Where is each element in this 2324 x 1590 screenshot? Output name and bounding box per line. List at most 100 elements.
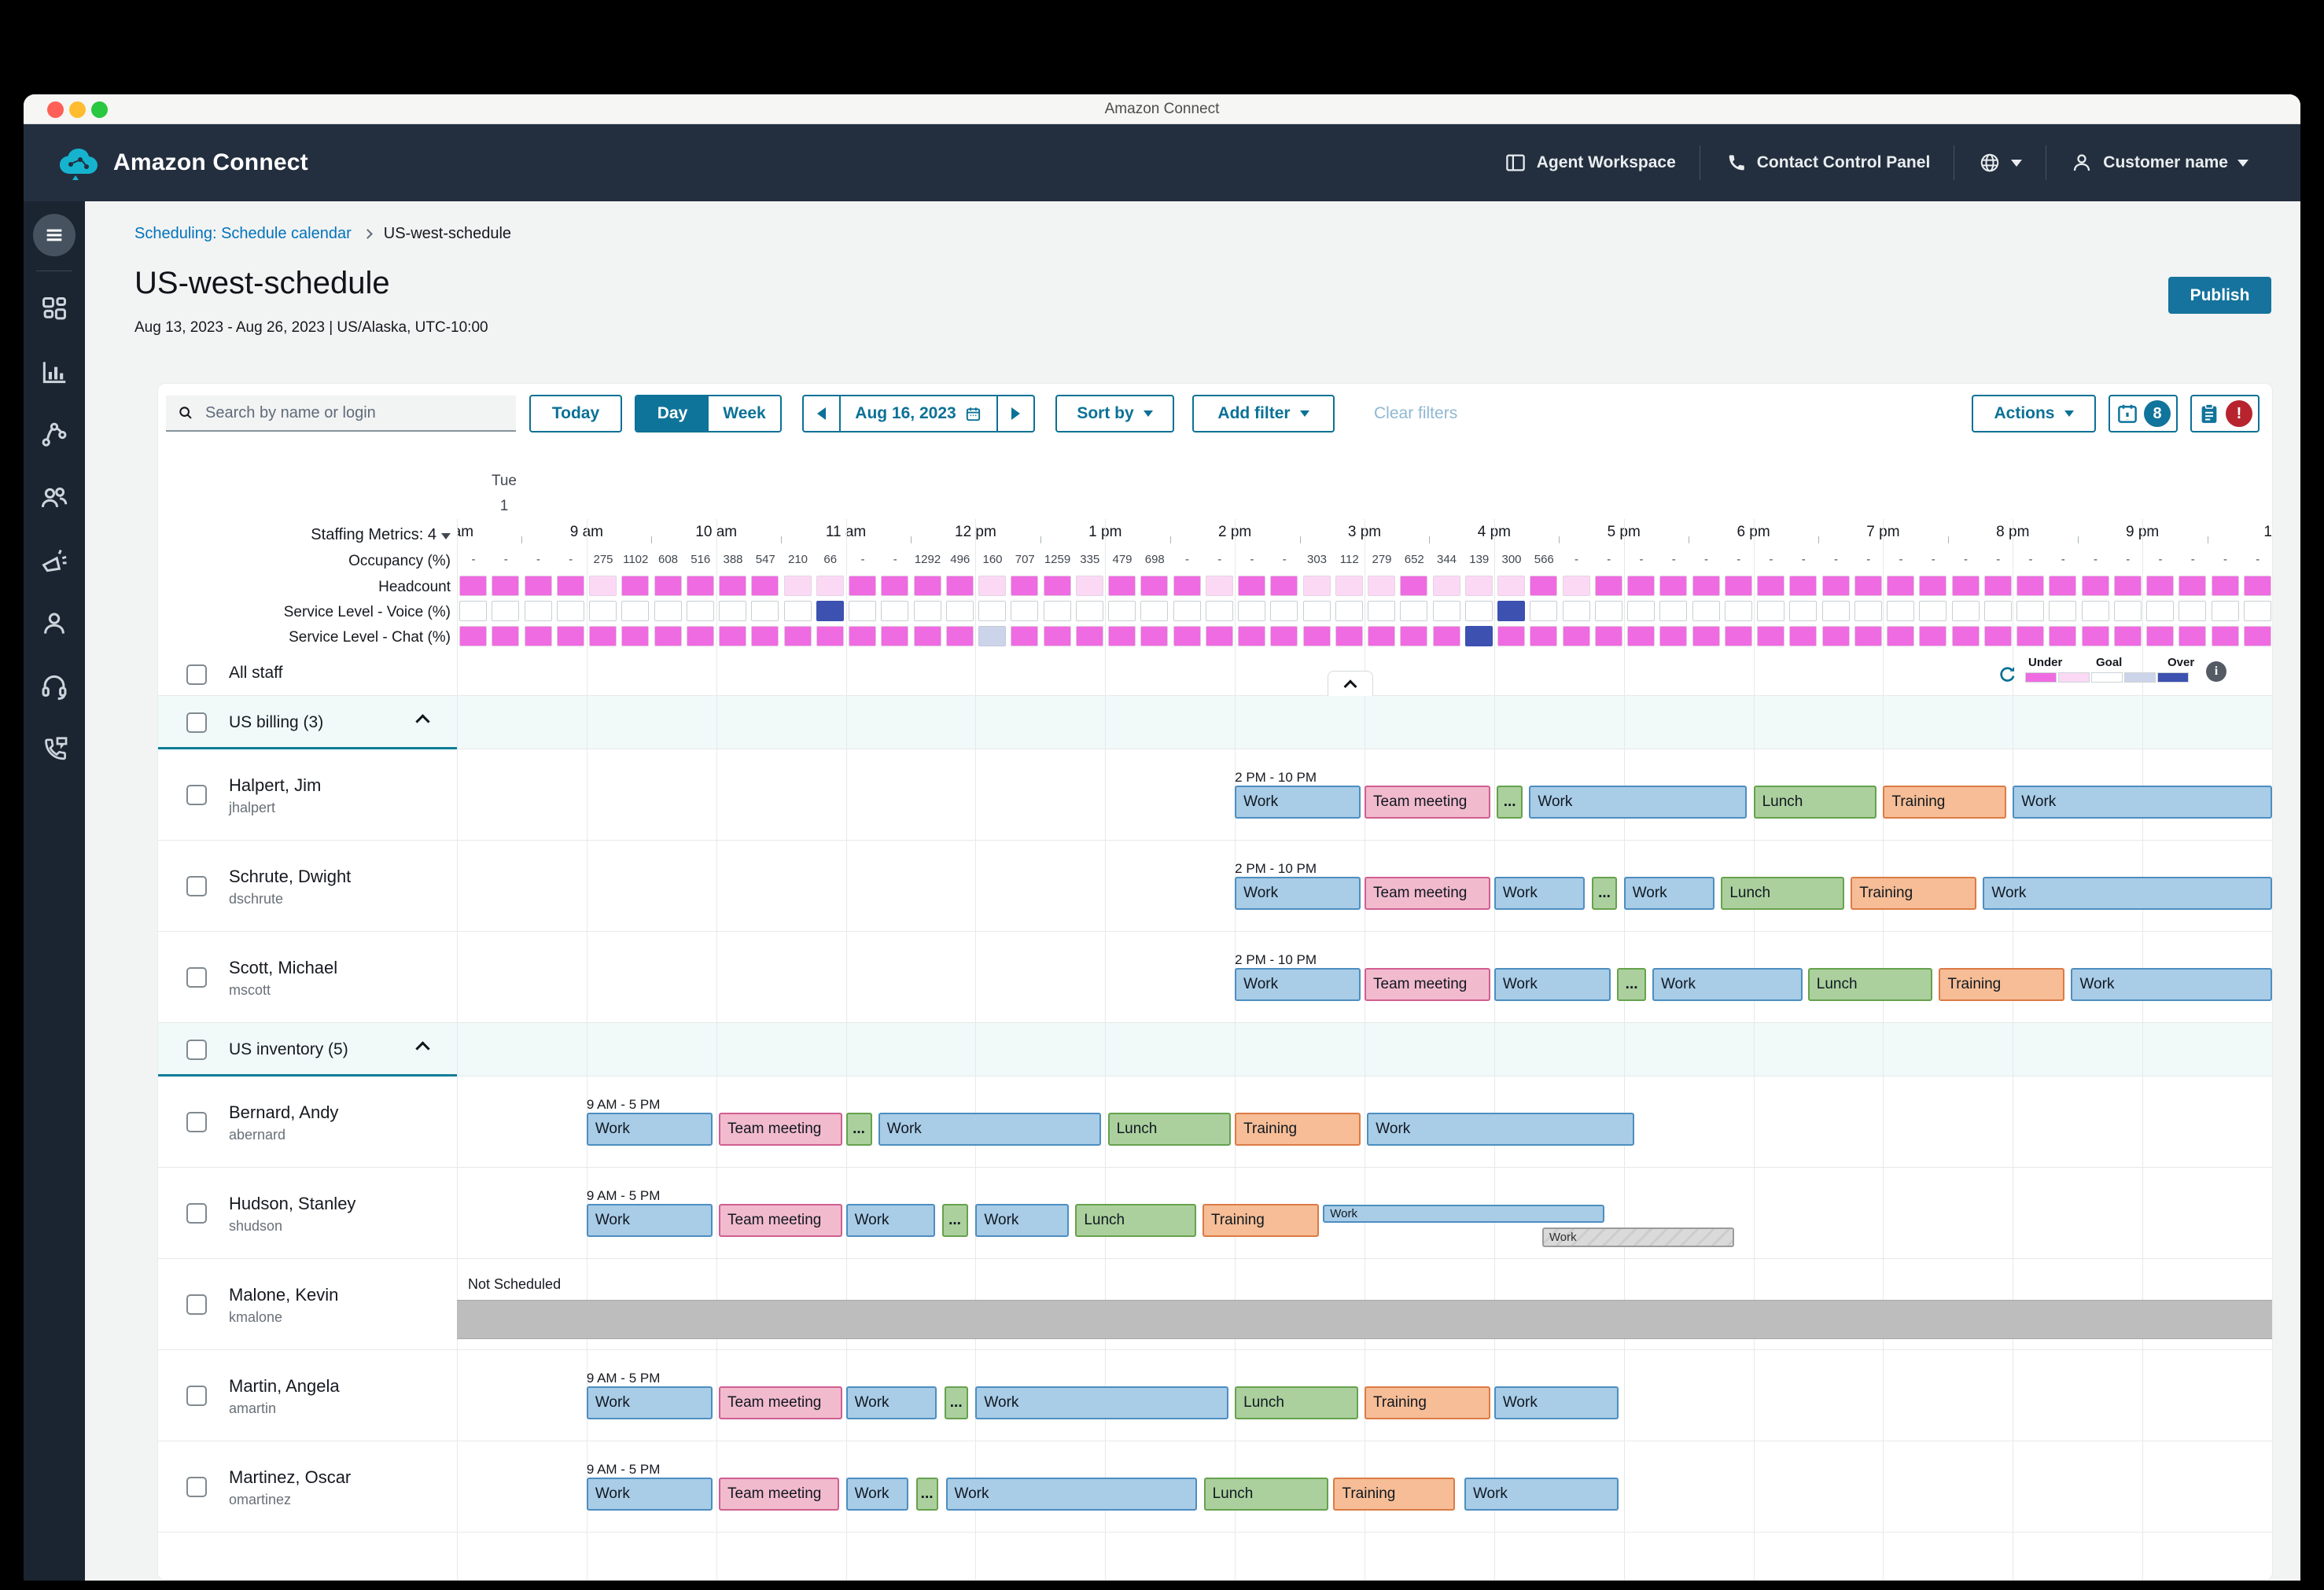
staff-checkbox[interactable] (186, 1294, 207, 1315)
shift-block-work[interactable]: Work (587, 1478, 713, 1511)
shift-block-break[interactable]: ... (1592, 877, 1618, 910)
previous-day-button[interactable] (804, 396, 839, 431)
shift-block-break[interactable]: ... (1617, 968, 1645, 1001)
headset-icon[interactable] (39, 672, 69, 701)
staff-checkbox[interactable] (186, 967, 207, 988)
shift-block-work[interactable]: Work (1529, 786, 1747, 819)
sort-by-button[interactable]: Sort by (1055, 395, 1174, 432)
staff-checkbox[interactable] (186, 1203, 207, 1224)
dashboard-icon[interactable] (39, 294, 69, 324)
shift-block-work[interactable]: Work (846, 1204, 936, 1237)
language-menu[interactable] (1954, 151, 2046, 175)
shift-block-team-meeting[interactable]: Team meeting (1365, 877, 1490, 910)
phone-message-icon[interactable] (39, 734, 69, 764)
account-menu[interactable]: Customer name (2046, 151, 2272, 175)
shift-block-work[interactable]: Work (1494, 1386, 1619, 1419)
shift-block-lunch[interactable]: Lunch (1075, 1204, 1195, 1237)
all-staff-checkbox[interactable] (186, 664, 207, 685)
staff-checkbox[interactable] (186, 1112, 207, 1132)
shift-block-training[interactable]: Training (1235, 1113, 1361, 1146)
shift-block-team-meeting[interactable]: Team meeting (719, 1113, 842, 1146)
collapse-metrics-button[interactable] (1328, 671, 1373, 696)
staff-checkbox[interactable] (186, 876, 207, 896)
shift-block-work[interactable]: Work (2013, 786, 2272, 819)
shift-block-work[interactable]: Work (587, 1204, 713, 1237)
shift-block-training[interactable]: Training (1851, 877, 1976, 910)
shift-block-work[interactable]: Work (1323, 1205, 1604, 1223)
profile-icon[interactable] (39, 609, 69, 639)
add-filter-button[interactable]: Add filter (1192, 395, 1335, 432)
info-icon[interactable]: i (2206, 661, 2226, 682)
staff-checkbox[interactable] (186, 1477, 207, 1497)
shift-block-training[interactable]: Training (1333, 1478, 1455, 1511)
shift-block-training[interactable]: Training (1939, 968, 2064, 1001)
chevron-up-icon[interactable] (415, 714, 429, 728)
day-toggle-button[interactable]: Day (636, 396, 709, 431)
staff-checkbox[interactable] (186, 785, 207, 805)
shift-block-team-meeting[interactable]: Team meeting (1365, 786, 1490, 819)
shift-block-work[interactable]: Work (587, 1386, 713, 1419)
refresh-icon[interactable] (1997, 664, 2018, 686)
shift-block-work[interactable]: Work (1652, 968, 1803, 1001)
group-row[interactable]: US billing (3) (158, 696, 2272, 749)
shift-block-training[interactable]: Training (1883, 786, 2006, 819)
shift-block-work[interactable]: Work (1542, 1227, 1734, 1247)
shift-block-work[interactable]: Work (587, 1113, 713, 1146)
contact-control-panel-link[interactable]: Contact Control Panel (1700, 151, 1954, 175)
shift-block-work[interactable]: Work (1494, 968, 1611, 1001)
search-field[interactable] (166, 396, 516, 432)
week-toggle-button[interactable]: Week (709, 396, 780, 431)
rules-alert-button[interactable]: ! (2190, 395, 2260, 432)
group-checkbox[interactable] (186, 712, 207, 733)
announcements-icon[interactable] (39, 546, 69, 576)
shift-block-work[interactable]: Work (975, 1204, 1069, 1237)
shift-block-break[interactable]: ... (846, 1113, 872, 1146)
shift-block-work[interactable]: Work (1624, 877, 1714, 910)
shift-block-work[interactable]: Work (846, 1386, 937, 1419)
shift-block-break[interactable]: ... (942, 1204, 968, 1237)
shift-block-work[interactable]: Work (2071, 968, 2272, 1001)
shift-block-work[interactable]: Work (1235, 968, 1361, 1001)
shift-block-lunch[interactable]: Lunch (1235, 1386, 1358, 1419)
shift-block-work[interactable]: Work (1464, 1478, 1619, 1511)
users-icon[interactable] (39, 483, 69, 513)
shift-block-break[interactable]: ... (945, 1386, 968, 1419)
breadcrumb-parent-link[interactable]: Scheduling: Schedule calendar (134, 225, 352, 243)
shift-block-work[interactable]: Work (846, 1478, 908, 1511)
shift-block-work[interactable]: Work (975, 1386, 1228, 1419)
shift-block-lunch[interactable]: Lunch (1754, 786, 1877, 819)
shift-block-break[interactable]: ... (916, 1478, 938, 1511)
staff-checkbox[interactable] (186, 1386, 207, 1406)
shift-block-lunch[interactable]: Lunch (1808, 968, 1932, 1001)
schedule-alerts-button[interactable]: 8 (2109, 395, 2178, 432)
analytics-icon[interactable] (39, 357, 69, 387)
clear-filters-link[interactable]: Clear filters (1374, 404, 1457, 423)
staffing-metrics-label[interactable]: Staffing Metrics: 4 (158, 526, 451, 544)
shift-block-lunch[interactable]: Lunch (1204, 1478, 1328, 1511)
shift-block-break[interactable]: ... (1497, 786, 1523, 819)
shift-block-work[interactable]: Work (1367, 1113, 1634, 1146)
agent-workspace-link[interactable]: Agent Workspace (1480, 151, 1700, 175)
today-button[interactable]: Today (529, 395, 622, 432)
group-row[interactable]: US inventory (5) (158, 1023, 2272, 1077)
shift-block-training[interactable]: Training (1365, 1386, 1490, 1419)
shift-block-team-meeting[interactable]: Team meeting (719, 1204, 842, 1237)
shift-block-work[interactable]: Work (878, 1113, 1102, 1146)
shift-block-work[interactable]: Work (1235, 877, 1361, 910)
actions-button[interactable]: Actions (1972, 395, 2096, 432)
shift-block-work[interactable]: Work (1983, 877, 2272, 910)
date-picker-button[interactable]: Aug 16, 2023 (839, 396, 998, 431)
group-checkbox[interactable] (186, 1040, 207, 1060)
search-input[interactable] (204, 403, 505, 423)
shift-block-team-meeting[interactable]: Team meeting (1365, 968, 1490, 1001)
shift-block-team-meeting[interactable]: Team meeting (719, 1478, 839, 1511)
routing-icon[interactable] (39, 420, 69, 450)
next-day-button[interactable] (998, 396, 1033, 431)
shift-block-lunch[interactable]: Lunch (1721, 877, 1844, 910)
shift-block-work[interactable]: Work (946, 1478, 1198, 1511)
menu-toggle-button[interactable] (33, 214, 76, 256)
shift-block-work[interactable]: Work (1494, 877, 1585, 910)
shift-block-training[interactable]: Training (1203, 1204, 1319, 1237)
chevron-up-icon[interactable] (415, 1041, 429, 1055)
publish-button[interactable]: Publish (2168, 277, 2271, 314)
